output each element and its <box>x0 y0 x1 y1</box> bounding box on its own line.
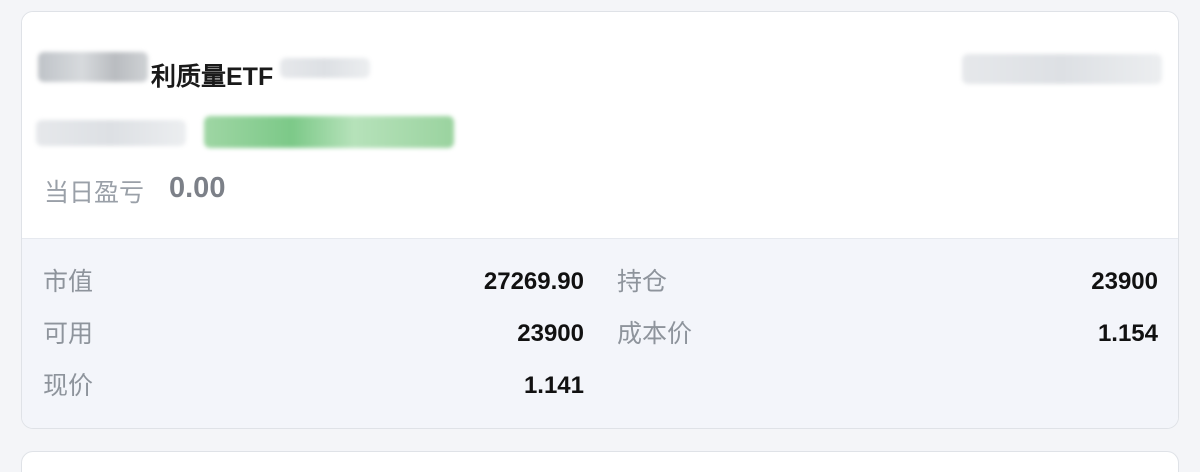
daily-pnl-label: 当日盈亏 <box>44 179 145 207</box>
current-price-value: 1.141 <box>523 372 584 399</box>
market-value: 27269.90 <box>483 268 584 295</box>
redacted-return-value <box>204 116 454 148</box>
cost-price-label: 成本价 <box>617 320 693 348</box>
redacted-return-label <box>36 120 186 146</box>
position-value: 23900 <box>1091 268 1158 295</box>
redacted-code <box>280 58 370 78</box>
holding-list: 利质量ETF 当日盈亏 0.00 市值 27269.90 持仓 23900 可用… <box>0 0 1200 472</box>
position-label: 持仓 <box>617 268 668 296</box>
available-label: 可用 <box>43 320 94 348</box>
current-price-label: 现价 <box>43 372 94 400</box>
cost-price-value: 1.154 <box>1097 320 1158 347</box>
holding-name: 利质量ETF <box>151 63 274 91</box>
next-holding-card[interactable] <box>21 451 1179 472</box>
market-value-label: 市值 <box>43 268 94 296</box>
redacted-account-info <box>962 54 1162 84</box>
daily-pnl-value: 0.00 <box>169 172 226 204</box>
holding-card[interactable]: 利质量ETF 当日盈亏 0.00 市值 27269.90 持仓 23900 可用… <box>21 11 1179 429</box>
available-value: 23900 <box>517 320 584 347</box>
holding-card-header: 利质量ETF 当日盈亏 0.00 <box>22 12 1178 238</box>
holding-stats: 市值 27269.90 持仓 23900 可用 23900 成本价 1.154 … <box>22 238 1178 428</box>
redacted-name-prefix <box>38 52 148 82</box>
